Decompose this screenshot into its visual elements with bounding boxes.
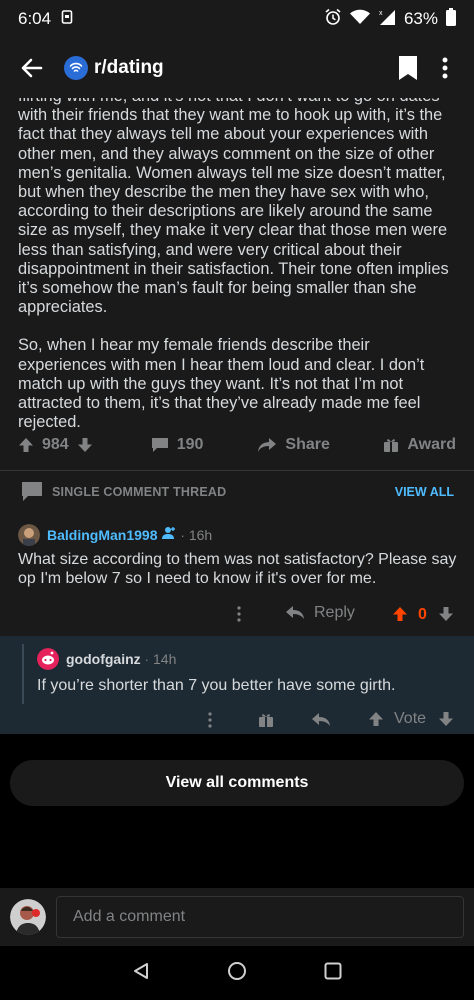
gift-icon xyxy=(384,439,399,452)
more-options-button[interactable] xyxy=(236,606,242,627)
more-options-button[interactable] xyxy=(428,48,462,88)
comment-score: 0 xyxy=(418,606,427,623)
comment-text: What size according to them was not sati… xyxy=(18,551,457,588)
downvote-button[interactable] xyxy=(438,711,454,732)
add-comment-input[interactable]: Add a comment xyxy=(56,896,464,938)
save-button[interactable] xyxy=(388,48,428,88)
avatar[interactable] xyxy=(37,648,59,670)
comment: BaldingMan1998 · 16h What size according… xyxy=(0,512,474,636)
notification-icon xyxy=(61,9,73,29)
square-recents-icon xyxy=(324,962,342,979)
reply-button[interactable] xyxy=(312,713,330,732)
triangle-back-icon xyxy=(134,962,148,979)
back-button[interactable] xyxy=(12,48,52,88)
arrow-left-icon xyxy=(21,58,43,78)
status-bar: 6:04 x 63% xyxy=(0,0,474,38)
single-thread-bar: SINGLE COMMENT THREAD VIEW ALL xyxy=(0,470,474,512)
chat-bubble-icon xyxy=(22,481,42,501)
circle-home-icon xyxy=(228,961,246,980)
post-actions: 984 190 Share Award xyxy=(0,428,474,462)
upvote-button[interactable] xyxy=(18,437,34,453)
more-options-button[interactable] xyxy=(207,712,213,733)
comment-icon xyxy=(151,438,168,452)
battery-icon xyxy=(446,7,456,31)
more-vertical-icon xyxy=(442,57,448,79)
comment-reply: godofgainz · 14h If you’re shorter than … xyxy=(0,636,474,714)
reply-icon xyxy=(286,606,304,619)
downvote-button[interactable] xyxy=(438,606,454,627)
view-all-comments-button[interactable]: View all comments xyxy=(10,760,464,806)
more-vertical-icon xyxy=(237,606,241,622)
award-label: Award xyxy=(407,436,456,453)
comment-header: BaldingMan1998 · 16h xyxy=(18,524,212,546)
upvote-icon xyxy=(393,607,407,621)
battery-level: 63% xyxy=(403,9,438,28)
thread-line xyxy=(22,644,24,708)
downvote-icon xyxy=(439,712,453,726)
subreddit-icon[interactable] xyxy=(64,56,88,80)
reply-icon xyxy=(312,713,330,726)
app-bar: r/dating xyxy=(0,38,474,98)
nav-back-button[interactable] xyxy=(131,961,151,986)
subreddit-title[interactable]: r/dating xyxy=(94,57,164,79)
share-icon xyxy=(258,438,277,452)
comments-button[interactable]: 190 xyxy=(151,436,204,454)
thread-label: SINGLE COMMENT THREAD xyxy=(52,484,227,499)
comment-username[interactable]: BaldingMan1998 xyxy=(47,527,157,543)
svg-text:x: x xyxy=(379,10,383,17)
alarm-icon xyxy=(324,8,342,31)
separator-dot: · xyxy=(144,651,149,667)
award-button[interactable] xyxy=(258,712,274,733)
downvote-button[interactable] xyxy=(77,437,93,453)
separator-dot: · xyxy=(180,527,185,543)
upvote-icon xyxy=(369,712,383,726)
system-nav-bar xyxy=(0,946,474,1000)
comment-actions: Reply 0 xyxy=(0,600,474,630)
post-body: flirting with me, and it’s not that I do… xyxy=(0,98,474,432)
comment-actions: Vote xyxy=(0,704,474,734)
post-paragraph: flirting with me, and it’s not that I do… xyxy=(18,98,449,317)
nav-home-button[interactable] xyxy=(227,961,247,986)
vote-label: Vote xyxy=(394,710,427,727)
downvote-icon xyxy=(439,607,453,621)
upvote-button[interactable] xyxy=(392,606,408,627)
avatar[interactable] xyxy=(18,524,40,546)
award-button[interactable]: Award xyxy=(383,436,456,454)
view-all-link[interactable]: VIEW ALL xyxy=(395,485,454,499)
comment-username[interactable]: godofgainz xyxy=(66,651,141,667)
comment-time: 16h xyxy=(188,527,213,543)
reply-button[interactable]: Reply xyxy=(286,604,355,622)
share-button[interactable]: Share xyxy=(257,436,330,454)
comment-text: If you’re shorter than 7 you better have… xyxy=(37,677,396,694)
post: flirting with me, and it’s not that I do… xyxy=(0,98,474,470)
avatar[interactable] xyxy=(10,899,46,935)
wifi-icon xyxy=(349,9,370,30)
nav-recents-button[interactable] xyxy=(323,961,343,986)
vote-group: 984 xyxy=(18,436,93,454)
share-label: Share xyxy=(285,436,330,453)
upvote-button[interactable] xyxy=(368,711,384,732)
bookmark-icon xyxy=(399,56,417,80)
comment-header: godofgainz · 14h xyxy=(37,648,176,670)
status-time: 6:04 xyxy=(18,9,52,28)
comment-count: 190 xyxy=(176,436,204,453)
comment-time: 14h xyxy=(153,651,177,667)
gift-icon xyxy=(259,714,273,727)
vote-count: 984 xyxy=(42,436,69,453)
user-icon xyxy=(162,526,176,545)
more-vertical-icon xyxy=(208,712,212,728)
upvote-icon xyxy=(19,438,33,452)
downvote-icon xyxy=(77,438,92,452)
signal-icon: x xyxy=(378,8,396,31)
comment-composer: Add a comment xyxy=(0,888,474,946)
reply-label: Reply xyxy=(314,604,355,621)
post-paragraph: So, when I hear my female friends descri… xyxy=(18,336,425,432)
